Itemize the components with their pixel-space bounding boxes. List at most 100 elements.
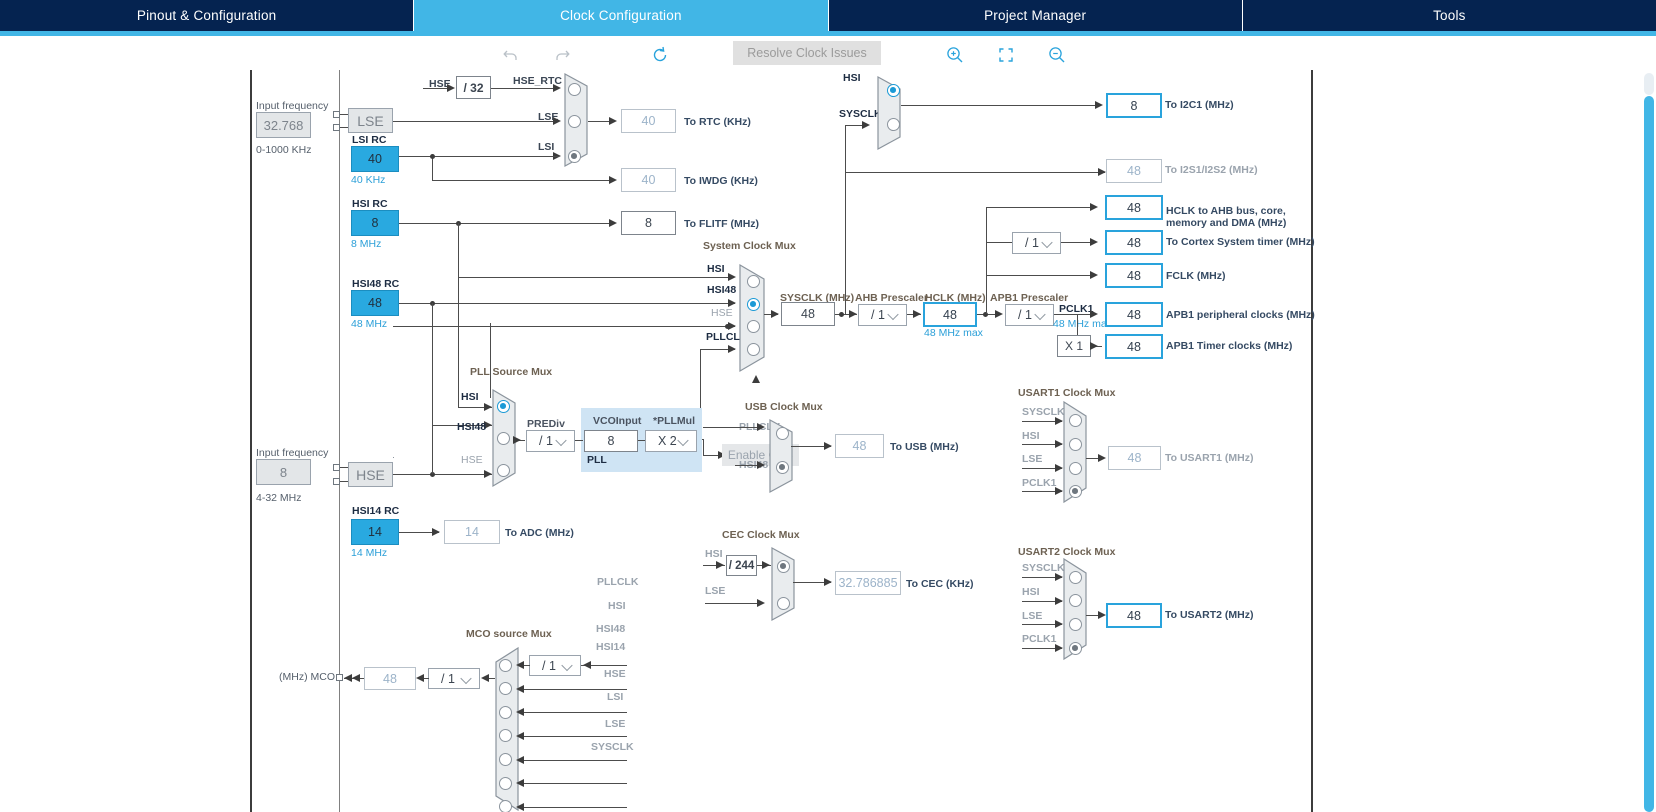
- vertical-scrollbar-thumb[interactable]: [1644, 96, 1654, 812]
- hse-rtc-divider[interactable]: / 32: [456, 76, 491, 99]
- fclk-output-field[interactable]: 48: [1105, 263, 1163, 288]
- i2c1-mux-option-sysclk[interactable]: [887, 118, 900, 131]
- tab-pinout-configuration[interactable]: Pinout & Configuration: [0, 0, 415, 31]
- usart1-mux-option-sysclk[interactable]: [1069, 414, 1082, 427]
- hse-input-frequency-field[interactable]: 8: [256, 459, 311, 485]
- cec-mux-option-hsi[interactable]: [777, 560, 790, 573]
- arrow: [849, 309, 857, 318]
- cortex-timer-prescaler-value: / 1: [1025, 236, 1039, 250]
- chevron-down-icon: [563, 661, 572, 670]
- sysclk-field[interactable]: 48: [781, 302, 835, 326]
- hse-input-frequency-label: Input frequency: [256, 447, 329, 459]
- arrow: [762, 560, 770, 569]
- mco-mux-option-lse[interactable]: [499, 800, 512, 812]
- usart2-mux-option-sysclk[interactable]: [1069, 571, 1082, 584]
- mco-mux-option-lsi[interactable]: [499, 777, 512, 790]
- tab-project-manager[interactable]: Project Manager: [828, 0, 1243, 31]
- arrow: [609, 218, 617, 227]
- hse-pin-top: [333, 464, 340, 471]
- zoom-in-button[interactable]: [941, 42, 969, 68]
- sysclk-mux-option-pllclk[interactable]: [747, 343, 760, 356]
- reset-button[interactable]: [646, 42, 674, 68]
- wire: [491, 88, 559, 89]
- hsi14-rc-field[interactable]: 14: [351, 519, 399, 545]
- hse-rtc-divider-value: / 32: [463, 80, 484, 95]
- mco-output-prescaler-select[interactable]: / 1: [428, 668, 480, 689]
- undo-button[interactable]: [497, 42, 525, 68]
- usart1-mux-option-hsi[interactable]: [1069, 438, 1082, 451]
- pll-mux-option-hse[interactable]: [497, 464, 510, 477]
- usart2-mux-option-hsi[interactable]: [1069, 594, 1082, 607]
- arrow-left: [516, 755, 524, 764]
- i2c1-output-field[interactable]: 8: [1106, 93, 1162, 118]
- rtc-mux-option-lsi[interactable]: [568, 150, 581, 163]
- lse-input-frequency-value: 32.768: [263, 117, 304, 133]
- zoom-out-button[interactable]: [1043, 42, 1071, 68]
- i2c1-mux-option-hsi[interactable]: [887, 84, 900, 97]
- usart1-mux-option-lse[interactable]: [1069, 462, 1082, 475]
- usb-mux-option-hsi48[interactable]: [776, 461, 789, 474]
- lse-range-label: 0-1000 KHz: [256, 144, 312, 156]
- sysclk-mux-option-hsi[interactable]: [747, 275, 760, 288]
- wire: [458, 277, 459, 407]
- lse-input-frequency-field[interactable]: 32.768: [256, 112, 311, 138]
- adc-output-value: 14: [465, 525, 479, 539]
- arrow: [728, 344, 736, 353]
- sysclk-mux-option-hse[interactable]: [747, 320, 760, 333]
- usart2-mux-option-pclk1[interactable]: [1069, 642, 1082, 655]
- sysclk-mux-input-hse: HSE: [711, 307, 733, 319]
- vcoinput-field[interactable]: 8: [584, 430, 638, 452]
- mco-mux-option-hsi[interactable]: [499, 682, 512, 695]
- hse-input-frequency-value: 8: [279, 464, 288, 480]
- mco-mux-option-pllclk[interactable]: [499, 659, 512, 672]
- apb1-timer-output-field[interactable]: 48: [1105, 334, 1163, 359]
- mco-mux-option-hse[interactable]: [499, 753, 512, 766]
- apb1-peripheral-output-value: 48: [1127, 307, 1141, 322]
- arrow: [1090, 202, 1098, 211]
- mco-pllclk-prescaler-select[interactable]: / 1: [529, 655, 581, 676]
- usb-mux-option-pllclk[interactable]: [776, 427, 789, 440]
- pllmul-select[interactable]: X 2: [645, 430, 697, 452]
- usart1-mux-input-pclk1: PCLK1: [1022, 477, 1057, 489]
- arrow: [1090, 270, 1098, 279]
- hsi-rc-field[interactable]: 8: [351, 210, 399, 236]
- mco-mux-option-hsi14[interactable]: [499, 729, 512, 742]
- hsi48-rc-field[interactable]: 48: [351, 290, 399, 316]
- prediv-select[interactable]: / 1: [526, 430, 575, 452]
- mco-mux-option-hsi48[interactable]: [499, 706, 512, 719]
- lsi-rc-field[interactable]: 40: [351, 146, 399, 172]
- cec-mux-option-lse[interactable]: [777, 597, 790, 610]
- lse-oscillator-block[interactable]: LSE: [348, 108, 393, 133]
- pll-mux-option-hsi48[interactable]: [497, 432, 510, 445]
- cec-clock-mux[interactable]: [770, 546, 796, 622]
- rtc-mux-option-lse[interactable]: [568, 115, 581, 128]
- tab-clock-configuration[interactable]: Clock Configuration: [414, 0, 829, 31]
- hse-oscillator-block[interactable]: HSE: [348, 462, 393, 487]
- ahb-prescaler-select[interactable]: / 1: [858, 304, 907, 326]
- apb1-prescaler-select[interactable]: / 1: [1005, 304, 1054, 326]
- cec-mux-input-hsi: HSI: [705, 548, 723, 560]
- fit-to-screen-button[interactable]: [992, 42, 1020, 68]
- apb1-peripheral-output-field[interactable]: 48: [1105, 302, 1163, 327]
- junction-dot: [430, 154, 435, 159]
- tab-tools[interactable]: Tools: [1242, 0, 1656, 31]
- sysclk-value: 48: [801, 307, 815, 321]
- resolve-clock-issues-button[interactable]: Resolve Clock Issues: [733, 41, 881, 65]
- hclk-bus-output-field[interactable]: 48: [1105, 195, 1163, 220]
- sysclk-mux-option-hsi48[interactable]: [747, 298, 760, 311]
- hsi48-rc-unit: 48 MHz: [351, 318, 388, 330]
- pll-mux-option-hsi[interactable]: [497, 400, 510, 413]
- usart1-mux-option-pclk1[interactable]: [1069, 485, 1082, 498]
- pll-source-mux-title: PLL Source Mux: [470, 366, 553, 378]
- usart2-mux-option-lse[interactable]: [1069, 618, 1082, 631]
- wire: [703, 427, 761, 428]
- vertical-scrollbar-above-thumb[interactable]: [1644, 73, 1654, 95]
- rtc-mux-option-hse-rtc[interactable]: [568, 83, 581, 96]
- flitf-output-field[interactable]: 8: [621, 211, 676, 235]
- usart2-output-field[interactable]: 48: [1106, 603, 1162, 628]
- arrow: [995, 309, 1003, 318]
- redo-button[interactable]: [548, 42, 576, 68]
- cortex-timer-prescaler-select[interactable]: / 1: [1012, 232, 1061, 254]
- hclk-field[interactable]: 48: [923, 302, 977, 327]
- cortex-timer-output-field[interactable]: 48: [1105, 230, 1163, 255]
